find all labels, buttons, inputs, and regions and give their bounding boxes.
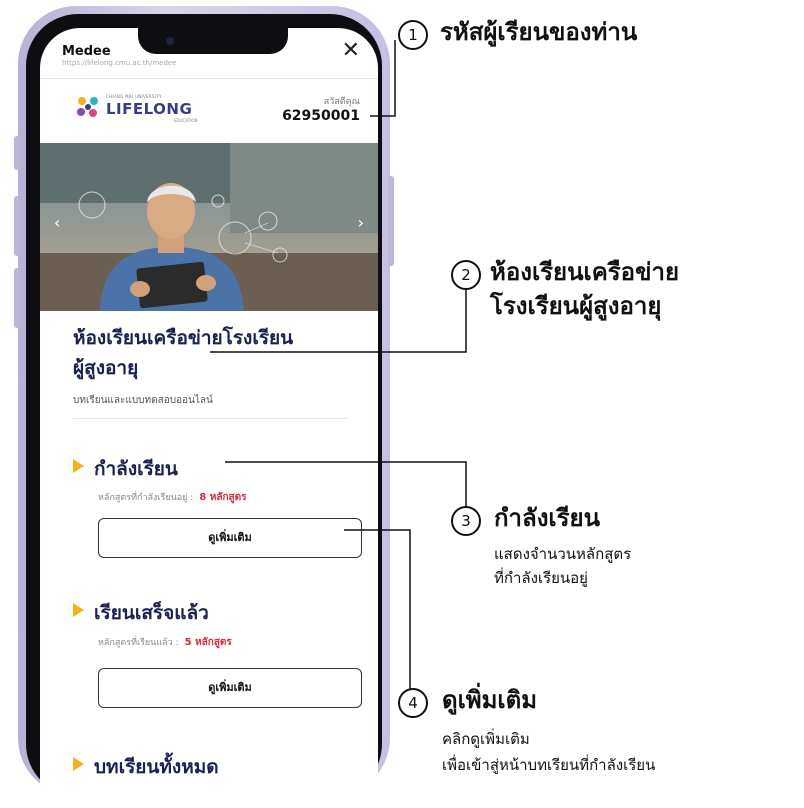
play-triangle-icon xyxy=(73,459,84,473)
annotation-2-badge: 2 xyxy=(451,260,481,290)
annotation-3-heading: กำลังเรียน xyxy=(494,504,600,532)
phone-frame: Medee https://lifelong.cmu.ac.th/medee ✕… xyxy=(14,6,394,808)
annotation-2-heading-line2: โรงเรียนผู้สูงอายุ xyxy=(490,292,662,320)
page-title-line2: ผู้สูงอายุ xyxy=(73,357,139,379)
annotation-4-body-line2: เพื่อเข้าสู่หน้าบทเรียนที่กำลังเรียน xyxy=(442,756,656,774)
browser-title: Medee xyxy=(62,44,111,59)
annotation-3-body-line1: แสดงจำนวนหลักสูตร xyxy=(494,545,632,563)
volume-down-button xyxy=(14,268,20,328)
power-button xyxy=(388,176,394,266)
annotation-3-badge: 3 xyxy=(451,506,481,536)
in-progress-label: หลักสูตรที่กำลังเรียนอยู่ : xyxy=(98,493,194,503)
hero-illustration xyxy=(40,143,378,311)
mute-switch xyxy=(14,136,20,170)
chevron-left-icon[interactable]: ‹ xyxy=(54,213,60,232)
volume-up-button xyxy=(14,196,20,256)
section-completed-sub: หลักสูตรที่เรียนแล้ว : 5 หลักสูตร xyxy=(98,635,232,650)
page-subtitle: บทเรียนและแบบทดสอบออนไลน์ xyxy=(73,395,213,406)
logo-wordmark: LIFELONG xyxy=(106,100,193,118)
close-icon[interactable]: ✕ xyxy=(342,40,360,62)
phone-screen: Medee https://lifelong.cmu.ac.th/medee ✕… xyxy=(40,28,378,808)
annotation-4-badge: 4 xyxy=(398,688,428,718)
in-progress-count: 8 หลักสูตร xyxy=(199,492,247,503)
section-completed-title: เรียนเสร็จแล้ว xyxy=(94,602,209,624)
section-in-progress-title: กำลังเรียน xyxy=(94,458,178,480)
annotation-1-heading: รหัสผู้เรียนของท่าน xyxy=(440,18,638,46)
lifelong-logo[interactable]: CHIANG MAI UNIVERSITY LIFELONG EDUCATION xyxy=(74,90,214,124)
section-completed-heading: เรียนเสร็จแล้ว xyxy=(73,598,209,628)
phone-notch xyxy=(138,28,288,54)
annotation-2-heading-line1: ห้องเรียนเครือข่าย xyxy=(490,258,680,286)
annotation-1-badge: 1 xyxy=(398,20,428,50)
in-progress-more-button[interactable]: ดูเพิ่มเติม xyxy=(98,518,362,558)
play-triangle-icon xyxy=(73,603,84,617)
divider xyxy=(73,418,348,419)
section-in-progress-sub: หลักสูตรที่กำลังเรียนอยู่ : 8 หลักสูตร xyxy=(98,490,247,505)
completed-count: 5 หลักสูตร xyxy=(184,637,232,648)
greeting-label: สวัสดีคุณ xyxy=(323,97,360,107)
camera-dot xyxy=(166,37,174,45)
page-title: ห้องเรียนเครือข่ายโรงเรียน ผู้สูงอายุ xyxy=(73,323,373,383)
hero-banner: ‹ › xyxy=(40,143,378,311)
chevron-right-icon[interactable]: › xyxy=(358,213,364,232)
logo-subtext: EDUCATION xyxy=(174,118,198,123)
section-all-lessons-heading[interactable]: บทเรียนทั้งหมด xyxy=(73,752,219,782)
annotation-3-body-line2: ที่กำลังเรียนอยู่ xyxy=(494,569,588,587)
completed-more-button[interactable]: ดูเพิ่มเติม xyxy=(98,668,362,708)
logo-university: CHIANG MAI UNIVERSITY xyxy=(106,94,162,99)
browser-url: https://lifelong.cmu.ac.th/medee xyxy=(62,59,177,67)
completed-label: หลักสูตรที่เรียนแล้ว : xyxy=(98,638,179,648)
page-title-line1: ห้องเรียนเครือข่ายโรงเรียน xyxy=(73,327,294,349)
section-in-progress-heading: กำลังเรียน xyxy=(73,454,178,484)
annotation-4-heading: ดูเพิ่มเติม xyxy=(442,686,538,714)
annotation-4-body-line1: คลิกดูเพิ่มเติม xyxy=(442,730,530,748)
logo-mark-icon xyxy=(77,97,98,117)
section-all-lessons-title: บทเรียนทั้งหมด xyxy=(94,756,219,778)
play-triangle-icon xyxy=(73,757,84,771)
student-id: 62950001 xyxy=(282,108,360,124)
